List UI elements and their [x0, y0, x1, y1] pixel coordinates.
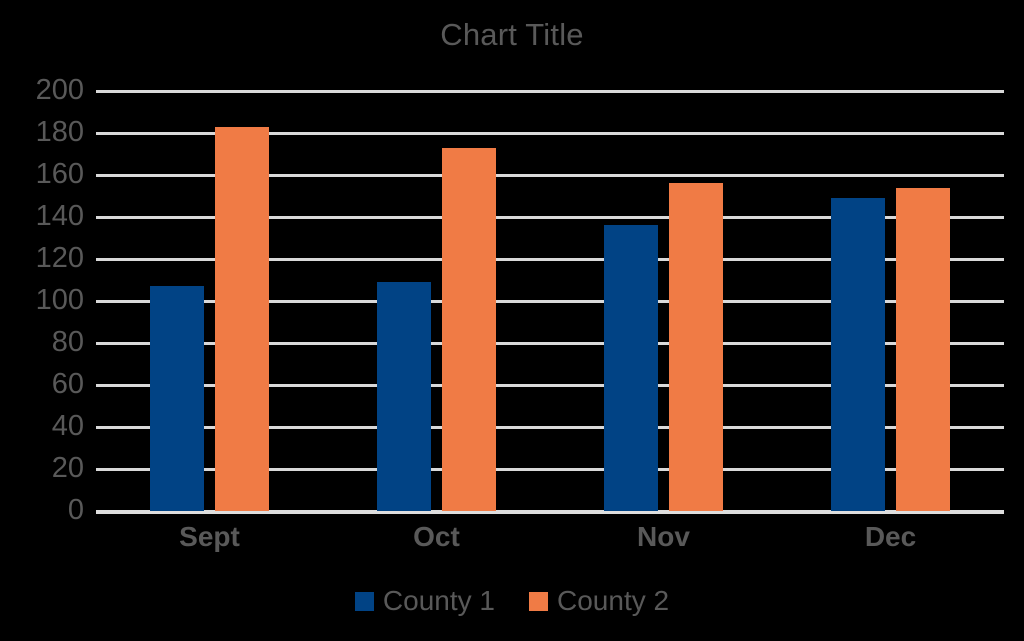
legend-swatch-icon	[529, 591, 548, 611]
legend-item[interactable]: County 2	[529, 585, 669, 617]
y-tick-label: 0	[67, 494, 84, 526]
y-tick-label: 40	[51, 410, 84, 442]
legend-label: County 1	[382, 585, 495, 616]
y-axis: 200 180 160 140 120 100 80 60 40 20 0	[0, 76, 84, 525]
bar	[896, 187, 950, 511]
bar	[377, 282, 431, 511]
chart-title: Chart Title	[440, 17, 584, 52]
y-tick-label: 100	[35, 284, 84, 316]
y-tick-label: 200	[35, 74, 84, 106]
bar	[442, 147, 496, 511]
y-tick-label: 140	[35, 200, 84, 232]
x-axis: Sept Oct Nov Dec	[96, 520, 1004, 564]
bar	[604, 225, 658, 511]
bar-chart: Chart Title 200 180 160 140 120 100 80 60 40 20 0 …	[0, 0, 1024, 641]
legend-swatch-icon	[354, 591, 374, 611]
plot-area	[96, 89, 1004, 514]
bar	[150, 286, 204, 511]
chart-legend: County 1 County 2	[0, 585, 1024, 617]
y-tick-label: 80	[51, 326, 84, 358]
y-tick-label: 160	[35, 158, 84, 190]
x-tick-label: Nov	[637, 521, 690, 552]
y-tick-label: 60	[51, 368, 84, 400]
y-tick-label: 180	[35, 116, 84, 148]
y-tick-label: 120	[35, 242, 84, 274]
bar	[831, 198, 885, 511]
x-tick-label: Sept	[179, 521, 240, 552]
y-tick-label: 20	[51, 452, 84, 484]
legend-item[interactable]: County 1	[354, 585, 495, 617]
gridline	[96, 89, 1004, 93]
x-tick-label: Oct	[413, 521, 460, 552]
legend-label: County 2	[557, 585, 670, 616]
x-tick-label: Dec	[864, 521, 917, 552]
bar	[215, 126, 269, 511]
bar	[669, 183, 723, 511]
